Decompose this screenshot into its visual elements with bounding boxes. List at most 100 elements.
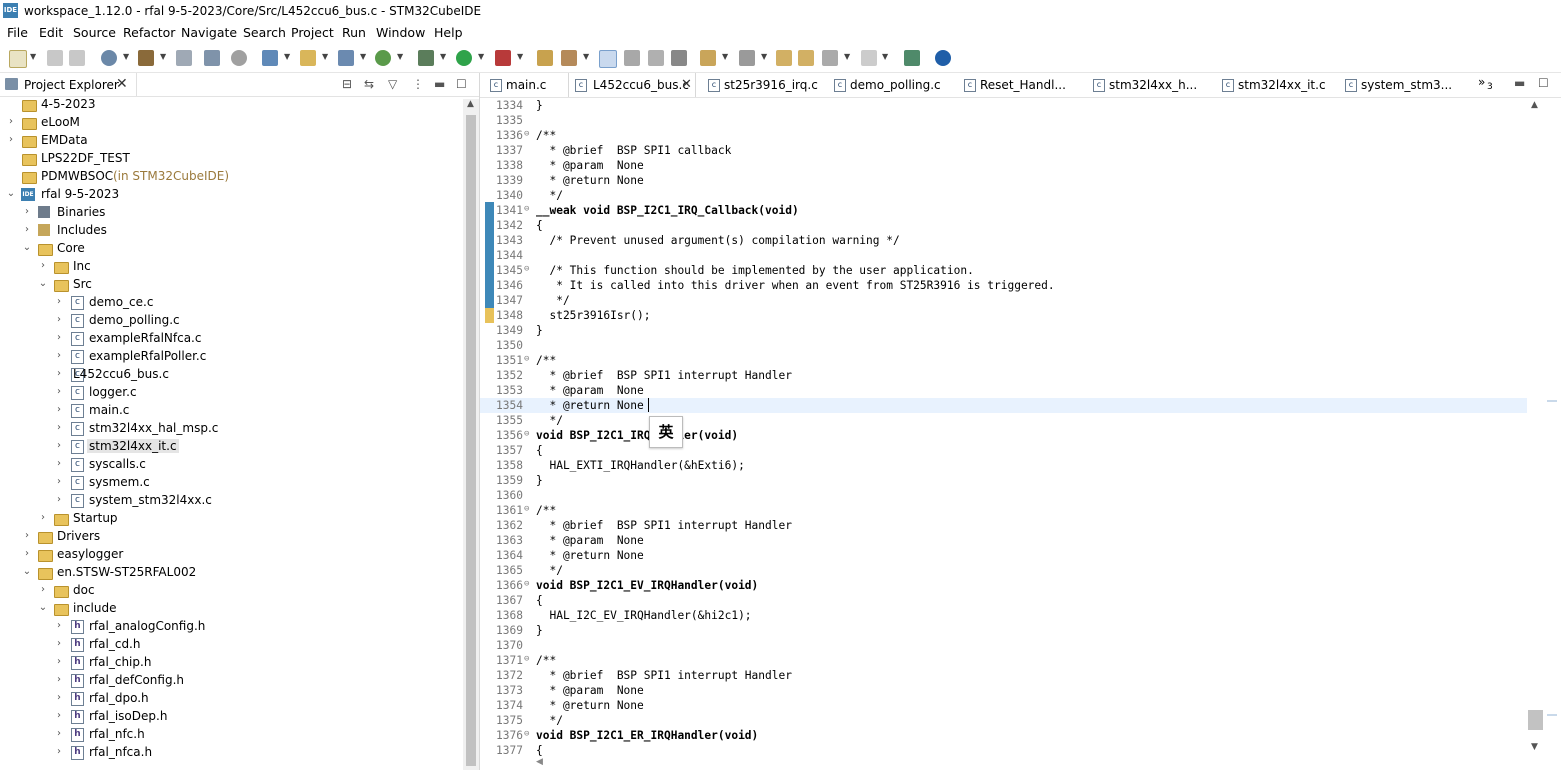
tree-item[interactable]: › h rfal_cd.h — [0, 636, 462, 654]
chevron-down-icon[interactable]: ▼ — [722, 52, 728, 61]
binary-icon[interactable] — [176, 50, 192, 66]
debug-settings-icon[interactable] — [204, 50, 220, 66]
chevron-right-icon[interactable]: › — [54, 494, 64, 505]
chevron-right-icon[interactable]: › — [54, 728, 64, 739]
tree-item[interactable]: ⌄ IDE rfal 9-5-2023 — [0, 186, 462, 204]
editor-horizontal-scrollbar[interactable]: ◀ — [536, 757, 1526, 770]
tree-item[interactable]: › Includes — [0, 222, 462, 240]
menu-source[interactable]: Source — [73, 25, 116, 40]
link-editor-icon[interactable]: ⇆ — [364, 77, 374, 91]
refresh-icon[interactable] — [375, 50, 391, 66]
close-icon[interactable]: ✕ — [681, 77, 692, 92]
scroll-up-icon[interactable]: ▲ — [1531, 100, 1538, 110]
chevron-right-icon[interactable]: › — [54, 386, 64, 397]
open-perspective-icon[interactable] — [904, 50, 920, 66]
tree-item[interactable]: PDMWBSOC (in STM32CubeIDE) — [0, 168, 462, 186]
tree-item[interactable]: › Inc — [0, 258, 462, 276]
tree-item[interactable]: › h rfal_isoDep.h — [0, 708, 462, 726]
view-menu-icon[interactable]: ⋮ — [412, 77, 424, 91]
tree-item[interactable]: › doc — [0, 582, 462, 600]
tree-item[interactable]: 4-5-2023 — [0, 99, 462, 114]
tree-item[interactable]: ⌄ Core — [0, 240, 462, 258]
show-whitespace-icon[interactable] — [671, 50, 687, 66]
chevron-down-icon[interactable]: ▼ — [517, 52, 523, 61]
chevron-right-icon[interactable]: › — [54, 440, 64, 451]
tree-item[interactable]: › easylogger — [0, 546, 462, 564]
tree-item[interactable]: › h rfal_nfca.h — [0, 744, 462, 762]
overview-mark[interactable] — [1547, 400, 1557, 402]
block-selection-icon[interactable] — [624, 50, 640, 66]
menu-window[interactable]: Window — [376, 25, 425, 40]
forward-arrow-icon[interactable] — [861, 50, 877, 66]
chevron-down-icon[interactable]: ▼ — [284, 52, 290, 61]
mark-occurrences-icon[interactable] — [599, 50, 617, 68]
chevron-down-icon[interactable]: ▼ — [583, 52, 589, 61]
tab-demo-polling-c[interactable]: c demo_polling.c — [832, 73, 952, 97]
code-area[interactable]: 1334} 1335 1336 ⊖/** 1337 * @brief BSP SP… — [480, 98, 1527, 758]
tree-item[interactable]: › h rfal_dpo.h — [0, 690, 462, 708]
chevron-down-icon[interactable]: ⌄ — [22, 566, 32, 577]
menu-navigate[interactable]: Navigate — [181, 25, 237, 40]
menu-refactor[interactable]: Refactor — [123, 25, 175, 40]
chevron-down-icon[interactable]: ⌄ — [38, 602, 48, 613]
tab-project-explorer[interactable]: Project Explorer ✕ — [0, 73, 137, 96]
tree-item[interactable]: › c logger.c — [0, 384, 462, 402]
chevron-down-icon[interactable]: ⌄ — [6, 188, 16, 199]
chevron-right-icon[interactable]: › — [54, 314, 64, 325]
back-edit-icon[interactable] — [798, 50, 814, 66]
chevron-right-icon[interactable]: › — [54, 746, 64, 757]
close-icon[interactable]: ✕ — [116, 76, 128, 92]
chevron-down-icon[interactable]: ▼ — [882, 52, 888, 61]
tree-scrollbar[interactable]: ▲ — [463, 99, 479, 770]
chevron-right-icon[interactable]: › — [54, 458, 64, 469]
new-project-icon[interactable] — [262, 50, 278, 66]
chevron-down-icon[interactable]: ▼ — [478, 52, 484, 61]
tree-item[interactable]: ⌄ en.STSW-ST25RFAL002 — [0, 564, 462, 582]
chevron-right-icon[interactable]: › — [54, 674, 64, 685]
chevron-down-icon[interactable]: ▼ — [322, 52, 328, 61]
save-all-icon[interactable] — [69, 50, 85, 66]
chevron-right-icon[interactable]: › — [54, 422, 64, 433]
chevron-right-icon[interactable]: › — [22, 548, 32, 559]
chevron-right-icon[interactable]: › — [54, 332, 64, 343]
chevron-right-icon[interactable]: › — [38, 512, 48, 523]
open-folder-icon[interactable] — [300, 50, 316, 66]
new-file-icon[interactable] — [9, 50, 27, 68]
chevron-right-icon[interactable]: › — [54, 350, 64, 361]
collapse-all-icon[interactable]: ⊟ — [342, 77, 352, 91]
tree-item[interactable]: › c exampleRfalNfca.c — [0, 330, 462, 348]
chevron-down-icon[interactable]: ▼ — [440, 52, 446, 61]
chevron-right-icon[interactable]: › — [54, 476, 64, 487]
chevron-right-icon[interactable]: › — [22, 206, 32, 217]
tree-item[interactable]: › h rfal_nfc.h — [0, 726, 462, 744]
filter-icon[interactable]: ▽ — [388, 77, 397, 91]
chevron-right-icon[interactable]: › — [54, 296, 64, 307]
minimize-icon[interactable]: ▬ — [434, 77, 445, 91]
prev-annotation-icon[interactable] — [739, 50, 755, 66]
overview-ruler[interactable] — [1545, 98, 1561, 758]
chevron-down-icon[interactable]: ▼ — [761, 52, 767, 61]
chevron-down-icon[interactable]: ▼ — [30, 52, 36, 61]
tree-item[interactable]: › EMData — [0, 132, 462, 150]
chevron-right-icon[interactable]: › — [22, 224, 32, 235]
chevron-right-icon[interactable]: › — [38, 584, 48, 595]
tree-item[interactable]: › c L452ccu6_bus.c — [0, 366, 462, 384]
chevron-down-icon[interactable]: ▼ — [397, 52, 403, 61]
tree-item[interactable]: › c sysmem.c — [0, 474, 462, 492]
build-hammer-icon[interactable] — [138, 50, 154, 66]
scrollbar-thumb[interactable] — [1528, 710, 1543, 730]
tree-item[interactable]: › c syscalls.c — [0, 456, 462, 474]
chevron-right-icon[interactable]: › — [54, 710, 64, 721]
menu-project[interactable]: Project — [291, 25, 334, 40]
build-settings-icon[interactable] — [101, 50, 117, 66]
scroll-left-icon[interactable]: ◀ — [536, 757, 543, 767]
chevron-right-icon[interactable]: › — [54, 692, 64, 703]
menu-help[interactable]: Help — [434, 25, 463, 40]
chevron-right-icon[interactable]: › — [54, 368, 64, 379]
tree-item[interactable]: › Binaries — [0, 204, 462, 222]
new-class-icon[interactable] — [338, 50, 354, 66]
open-type-icon[interactable] — [537, 50, 553, 66]
tree-item[interactable]: ⌄ Src — [0, 276, 462, 294]
chevron-right-icon[interactable]: › — [54, 656, 64, 667]
next-annotation-icon[interactable] — [700, 50, 716, 66]
